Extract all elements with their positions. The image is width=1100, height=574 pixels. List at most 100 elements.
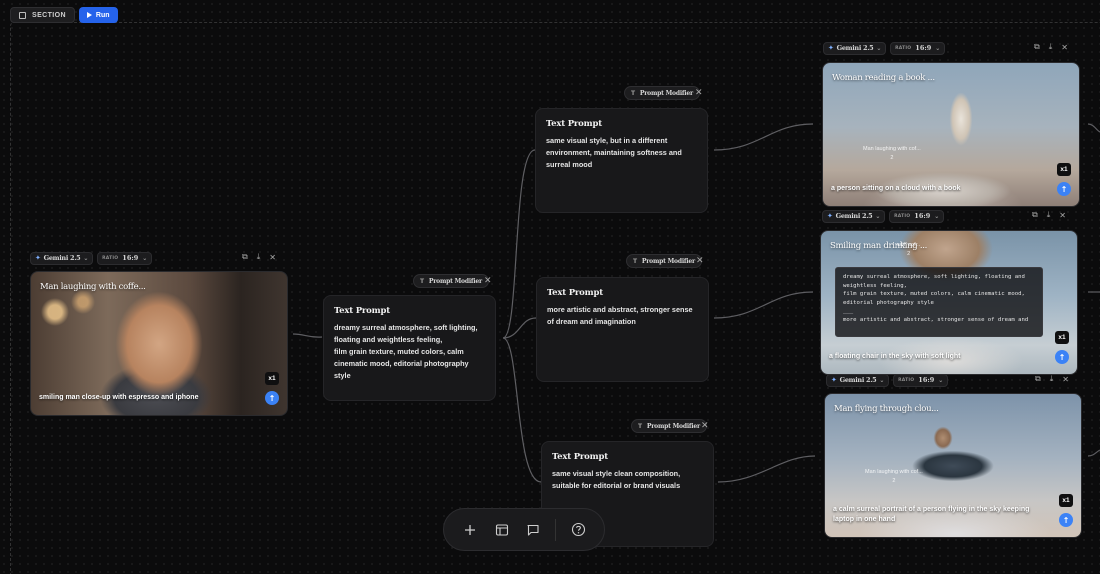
modifier-label: Prompt Modifier <box>641 257 695 265</box>
image-caption: a calm surreal portrait of a person flyi… <box>833 506 1030 523</box>
download-icon[interactable]: ⤓ <box>257 252 261 262</box>
close-icon[interactable]: ✕ <box>269 253 276 262</box>
up-arrow-icon[interactable]: ↑ <box>1057 182 1071 196</box>
download-icon[interactable]: ⤓ <box>1047 210 1051 220</box>
image-node-3[interactable]: Smiling man drinking ... with cof... 2 d… <box>820 230 1078 375</box>
text-prompt-title: Text Prompt <box>547 288 603 298</box>
image-node-2[interactable]: Woman reading a book ... Man laughing wi… <box>822 62 1080 207</box>
up-arrow-icon[interactable]: ↑ <box>1055 350 1069 364</box>
close-icon[interactable]: ✕ <box>1062 375 1069 384</box>
ratio-value: 16:9 <box>122 254 139 262</box>
ghost-node-label: Man laughing with cof... 2 <box>865 469 923 484</box>
up-arrow-icon[interactable]: ↑ <box>1059 513 1073 527</box>
sparkle-icon: ✦ <box>831 376 837 384</box>
text-prompt-node-3[interactable]: Text Prompt more artistic and abstract, … <box>536 277 709 382</box>
chevron-down-icon: ⌄ <box>934 212 940 220</box>
edge-image1-to-prompt1 <box>292 333 323 338</box>
close-icon[interactable]: ✕ <box>1059 211 1066 220</box>
sparkle-icon: ✦ <box>828 44 834 52</box>
text-prompt-node-2[interactable]: Text Prompt same visual style, but in a … <box>535 108 708 213</box>
help-icon <box>571 522 585 537</box>
ratio-value: 16:9 <box>915 44 932 52</box>
comment-icon <box>527 524 540 536</box>
sparkle-icon: ✦ <box>35 254 41 262</box>
close-icon[interactable]: ✕ <box>695 88 703 98</box>
edge-prompt1-to-prompt3 <box>502 317 537 339</box>
image-node-4-toolbar: ✦ Gemini 2.5 ⌄ RATIO 16:9 ⌄ <box>826 373 949 387</box>
prompt-modifier-4[interactable]: T Prompt Modifier <box>631 419 707 433</box>
image-title: Man laughing with coffe... <box>40 282 146 292</box>
chevron-down-icon: ⌄ <box>142 254 148 262</box>
plus-icon <box>464 524 475 535</box>
download-icon[interactable]: ⤓ <box>1050 374 1054 384</box>
image-caption: smiling man close-up with espresso and i… <box>39 394 199 401</box>
ratio-selector[interactable]: RATIO 16:9 ⌄ <box>97 251 153 265</box>
chevron-down-icon: ⌄ <box>879 376 885 384</box>
image-node-4[interactable]: Man flying through clou... Man laughing … <box>824 393 1082 538</box>
modifier-label: Prompt Modifier <box>639 89 693 97</box>
text-icon: T <box>638 422 642 430</box>
text-prompt-body: same visual style, but in a different en… <box>546 136 682 169</box>
text-icon: T <box>631 89 635 97</box>
image-node-2-toolbar: ✦ Gemini 2.5 ⌄ RATIO 16:9 ⌄ <box>823 41 946 55</box>
toolbar-divider <box>555 518 557 541</box>
count-badge[interactable]: x1 <box>1057 163 1071 176</box>
text-prompt-body: more artistic and abstract, stronger sen… <box>547 305 693 326</box>
layout-icon <box>495 523 508 536</box>
edge-image2-out <box>1087 123 1100 133</box>
count-badge[interactable]: x1 <box>265 372 279 385</box>
text-prompt-title: Text Prompt <box>546 119 602 129</box>
text-prompt-body: same visual style clean composition, sui… <box>552 469 681 490</box>
prompt-modifier-1[interactable]: T Prompt Modifier <box>413 274 489 288</box>
prompt-modifier-2[interactable]: T Prompt Modifier <box>624 86 700 100</box>
text-prompt-title: Text Prompt <box>552 452 608 462</box>
copy-icon[interactable]: ⧉ <box>1034 42 1040 52</box>
text-prompt-title: Text Prompt <box>334 306 390 316</box>
sparkle-icon: ✦ <box>827 212 833 220</box>
close-icon[interactable]: ✕ <box>701 421 709 431</box>
model-selector[interactable]: ✦ Gemini 2.5 ⌄ <box>822 209 886 223</box>
download-icon[interactable]: ⤓ <box>1049 42 1053 52</box>
modifier-label: Prompt Modifier <box>646 422 700 430</box>
ratio-selector[interactable]: RATIO 16:9 ⌄ <box>893 373 949 387</box>
up-arrow-icon[interactable]: ↑ <box>265 391 279 405</box>
image-caption: a floating chair in the sky with soft li… <box>829 353 961 360</box>
copy-icon[interactable]: ⧉ <box>1035 374 1041 384</box>
ratio-selector[interactable]: RATIO 16:9 ⌄ <box>890 41 946 55</box>
text-prompt-node-1[interactable]: Text Prompt dreamy surreal atmosphere, s… <box>323 295 496 401</box>
ratio-label: RATIO <box>895 45 912 51</box>
image-title: Man flying through clou... <box>834 404 939 414</box>
add-button[interactable] <box>460 520 480 540</box>
count-badge[interactable]: x1 <box>1055 331 1069 344</box>
layout-button[interactable] <box>492 520 512 540</box>
image-node-1[interactable]: Man laughing with coffe... smiling man c… <box>30 271 288 416</box>
model-name: Gemini 2.5 <box>836 44 874 52</box>
image-node-2-actions: ⧉ ⤓ ✕ <box>1034 42 1068 52</box>
count-badge[interactable]: x1 <box>1059 494 1073 507</box>
canvas-toolbar <box>443 508 605 551</box>
model-selector[interactable]: ✦ Gemini 2.5 ⌄ <box>823 41 887 55</box>
image-node-3-toolbar: ✦ Gemini 2.5 ⌄ RATIO 16:9 ⌄ <box>822 209 945 223</box>
ratio-selector[interactable]: RATIO 16:9 ⌄ <box>889 209 945 223</box>
edge-prompt2-to-image2 <box>713 123 814 151</box>
text-icon: T <box>633 257 637 265</box>
close-icon[interactable]: ✕ <box>1061 43 1068 52</box>
text-icon: T <box>420 277 424 285</box>
prompt-modifier-3[interactable]: T Prompt Modifier <box>626 254 702 268</box>
close-icon[interactable]: ✕ <box>484 276 492 286</box>
model-selector[interactable]: ✦ Gemini 2.5 ⌄ <box>30 251 94 265</box>
model-name: Gemini 2.5 <box>839 376 877 384</box>
comment-button[interactable] <box>523 520 543 540</box>
close-icon[interactable]: ✕ <box>696 256 704 266</box>
chevron-down-icon: ⌄ <box>935 44 941 52</box>
image-node-4-actions: ⧉ ⤓ ✕ <box>1035 374 1069 384</box>
model-selector[interactable]: ✦ Gemini 2.5 ⌄ <box>826 373 890 387</box>
copy-icon[interactable]: ⧉ <box>242 252 248 262</box>
edge-prompt3-to-image3 <box>713 291 814 319</box>
image-node-1-actions: ⧉ ⤓ ✕ <box>242 252 276 262</box>
ghost-node-label: Man laughing with cof... 2 <box>863 146 921 161</box>
image-node-1-toolbar: ✦ Gemini 2.5 ⌄ RATIO 16:9 ⌄ <box>30 251 153 265</box>
ratio-label: RATIO <box>102 255 119 261</box>
copy-icon[interactable]: ⧉ <box>1032 210 1038 220</box>
help-button[interactable] <box>568 520 588 540</box>
